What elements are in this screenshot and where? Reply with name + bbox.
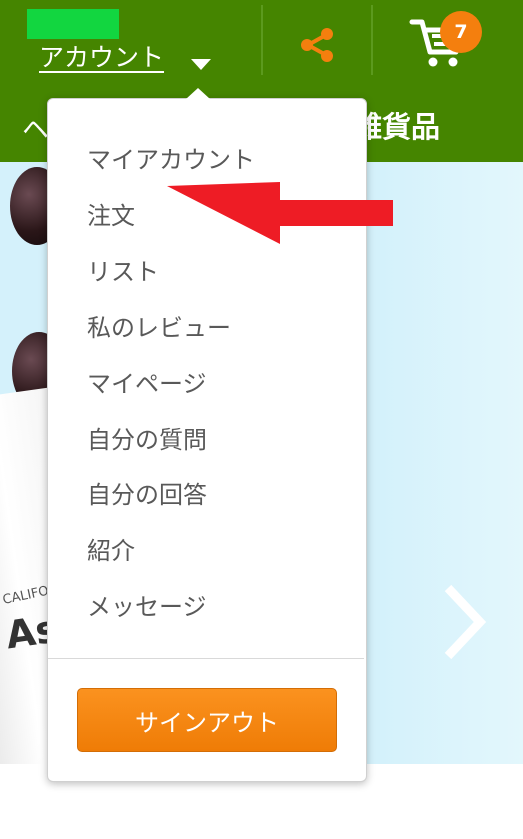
menu-item-lists[interactable]: リスト	[87, 252, 159, 287]
nav-category-partial[interactable]: ヘ	[22, 108, 49, 147]
menu-item-my-reviews[interactable]: 私のレビュー	[87, 308, 231, 343]
share-icon[interactable]	[297, 25, 337, 65]
menu-divider	[48, 658, 364, 659]
menu-item-my-account[interactable]: マイアカウント	[87, 140, 255, 175]
hero-background	[380, 162, 523, 764]
menu-item-my-questions[interactable]: 自分の質問	[87, 420, 207, 455]
menu-item-my-page[interactable]: マイページ	[87, 364, 207, 399]
menu-item-orders[interactable]: 注文	[87, 196, 135, 231]
account-menu-link[interactable]: アカウント	[39, 38, 164, 74]
caret-down-icon[interactable]	[191, 59, 211, 70]
menu-item-referrals[interactable]: 紹介	[87, 531, 135, 566]
annotation-arrow-icon	[167, 182, 393, 244]
redacted-username	[27, 9, 119, 39]
cart-count-badge[interactable]: 7	[440, 11, 482, 53]
sign-out-button[interactable]: サインアウト	[77, 688, 337, 752]
header-divider	[371, 5, 373, 75]
menu-item-messages[interactable]: メッセージ	[87, 587, 207, 622]
header-divider	[261, 5, 263, 75]
chevron-right-icon[interactable]	[438, 582, 488, 662]
menu-item-my-answers[interactable]: 自分の回答	[87, 475, 207, 510]
dropdown-pointer	[186, 88, 210, 99]
